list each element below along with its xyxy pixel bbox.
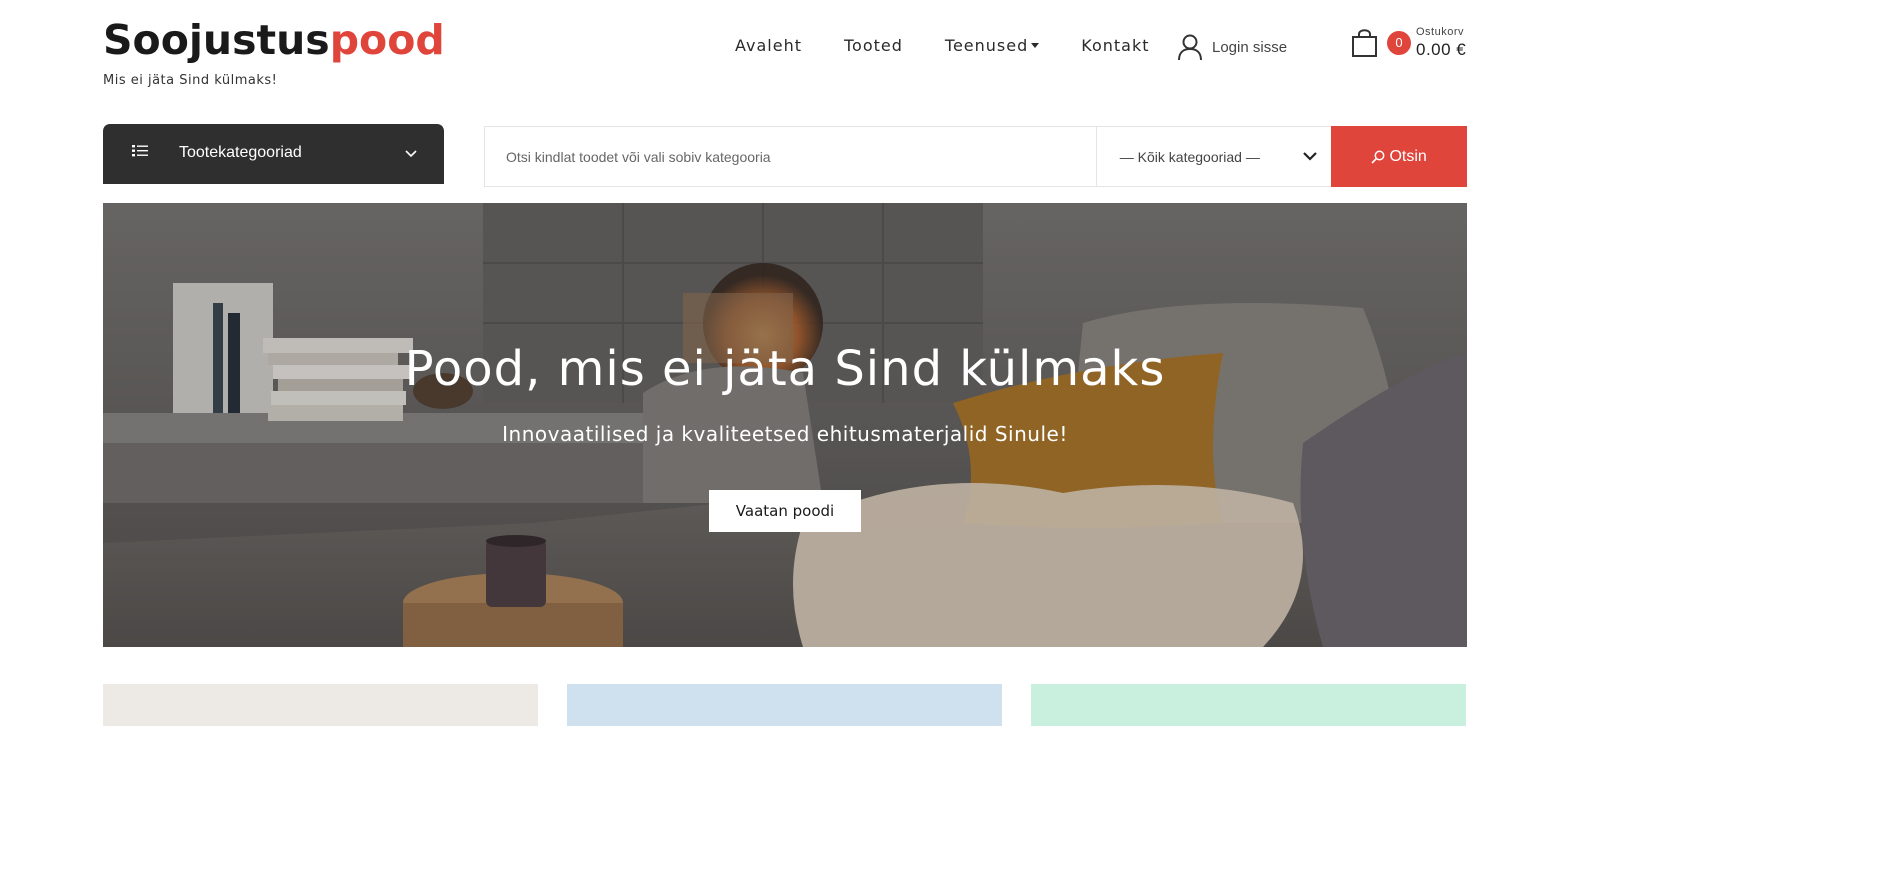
list-icon (132, 145, 148, 157)
logo-text-primary: Soojustus (103, 16, 330, 64)
nav-item-avaleht[interactable]: Avaleht (735, 36, 802, 55)
promo-tile[interactable] (567, 684, 1002, 726)
promo-tile[interactable] (103, 684, 538, 726)
view-shop-button[interactable]: Vaatan poodi (709, 490, 861, 532)
login-link[interactable]: Login sisse (1177, 33, 1287, 61)
login-label: Login sisse (1212, 38, 1288, 56)
search-bar: — Kõik kategooriad — Otsin (484, 126, 1467, 187)
site-logo[interactable]: Soojustuspood (103, 14, 445, 66)
nav-item-label: Tooted (843, 36, 903, 55)
logo-text-accent: pood (329, 16, 445, 64)
nav-item-tooted[interactable]: Tooted (844, 36, 903, 55)
category-select[interactable]: — Kõik kategooriad — (1097, 127, 1332, 186)
caret-down-icon (1031, 43, 1040, 48)
hero-title: Pood, mis ei jäta Sind külmaks (404, 341, 1166, 397)
hero-subtitle: Innovaatilised ja kvaliteetsed ehitusmat… (502, 422, 1068, 446)
cart-summary: Ostukorv 0.00 € (1416, 26, 1467, 59)
cart-total: 0.00 € (1416, 40, 1467, 59)
chevron-down-icon (405, 150, 417, 158)
cart-count-badge: 0 (1387, 30, 1411, 55)
search-input[interactable] (485, 127, 1097, 186)
search-button[interactable]: Otsin (1331, 126, 1467, 187)
nav-item-label: Teenused (944, 36, 1029, 55)
product-categories-button[interactable]: Tootekategooriad (103, 124, 444, 184)
search-icon (1371, 150, 1385, 164)
nav-item-label: Avaleht (735, 36, 802, 55)
product-categories-label: Tootekategooriad (179, 144, 302, 161)
main-nav: Avaleht Tooted Teenused Kontakt (735, 36, 1192, 55)
search-button-label: Otsin (1389, 147, 1427, 165)
cart-label: Ostukorv (1416, 26, 1465, 38)
category-select-value: — Kõik kategooriad — (1119, 148, 1260, 165)
shopping-bag-icon (1352, 29, 1377, 57)
site-tagline: Mis ei jäta Sind külmaks! (103, 73, 278, 88)
nav-item-teenused[interactable]: Teenused (944, 36, 1040, 55)
hero-banner: Pood, mis ei jäta Sind külmaks Innovaati… (103, 203, 1467, 647)
user-icon (1178, 34, 1202, 61)
promo-tile[interactable] (1031, 684, 1466, 726)
chevron-down-icon (1303, 152, 1318, 161)
nav-item-kontakt[interactable]: Kontakt (1081, 36, 1149, 55)
nav-item-label: Kontakt (1081, 36, 1150, 55)
cart-button[interactable]: 0 Ostukorv 0.00 € (1351, 27, 1466, 58)
